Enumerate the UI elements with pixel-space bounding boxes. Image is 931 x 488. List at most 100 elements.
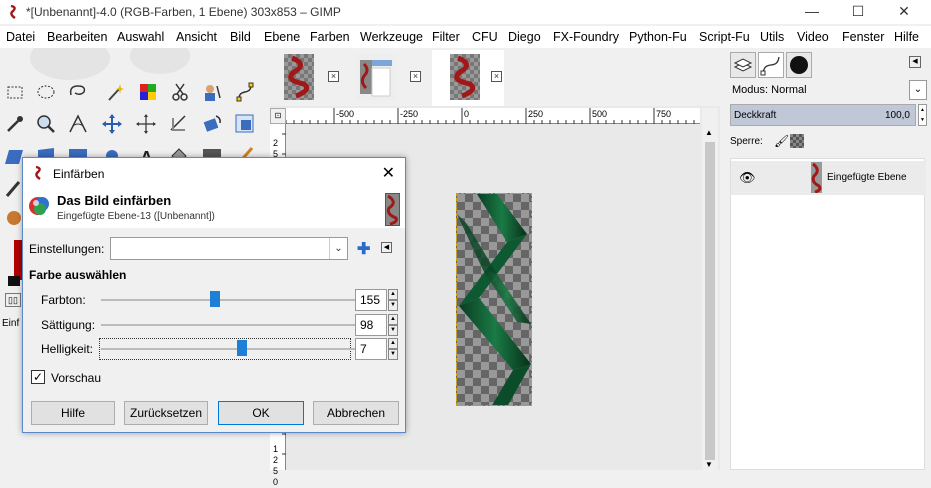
color-picker-icon[interactable] xyxy=(3,112,27,136)
menu-auswahl[interactable]: Auswahl xyxy=(117,30,164,44)
scissors-select-icon[interactable] xyxy=(168,80,192,104)
measure-icon[interactable] xyxy=(66,112,90,136)
gimp-app-icon xyxy=(8,4,20,20)
help-button[interactable]: Hilfe xyxy=(31,401,115,425)
lightness-slider-track[interactable] xyxy=(101,348,365,350)
menu-fenster[interactable]: Fenster xyxy=(842,30,884,44)
tool-options-icon[interactable]: ▯▯ xyxy=(5,293,21,307)
image-canvas[interactable] xyxy=(456,193,532,406)
menu-diego[interactable]: Diego xyxy=(508,30,541,44)
chevron-down-icon[interactable]: ⌄ xyxy=(329,238,347,259)
channels-tab-icon[interactable] xyxy=(786,52,812,78)
ruler-tick-label: -250 xyxy=(400,109,419,119)
move-icon[interactable] xyxy=(100,112,124,136)
saturation-input[interactable]: 98 xyxy=(355,314,387,336)
dialog-header: Das Bild einfärben Eingefügte Ebene-13 (… xyxy=(23,188,405,228)
close-tab-2-icon[interactable]: × xyxy=(410,71,421,82)
select-by-color-icon[interactable] xyxy=(136,80,160,104)
vertical-scrollbar[interactable]: ▲ ▼ xyxy=(702,108,718,470)
scroll-down-icon[interactable]: ▼ xyxy=(705,460,713,469)
reset-colors-icon[interactable] xyxy=(8,276,20,286)
saturation-slider-track[interactable] xyxy=(101,324,365,326)
menu-ansicht[interactable]: Ansicht xyxy=(176,30,217,44)
eye-visibility-icon[interactable]: 👁 xyxy=(739,170,756,186)
scroll-up-icon[interactable]: ▲ xyxy=(705,128,713,137)
hue-increment-icon[interactable]: ▲ xyxy=(388,289,398,300)
paths-tab-icon[interactable] xyxy=(758,52,784,78)
menu-video[interactable]: Video xyxy=(797,30,829,44)
preview-checkbox[interactable]: ✓ xyxy=(31,370,45,384)
hue-label: Farbton: xyxy=(41,293,86,307)
ruler-tick-label: 500 xyxy=(592,109,608,119)
hue-slider-track[interactable] xyxy=(101,299,365,301)
lightness-increment-icon[interactable]: ▲ xyxy=(388,338,398,349)
horizontal-ruler: -500 -250 0 250 500 750 xyxy=(286,108,700,124)
ruler-tick-label: 250 xyxy=(528,109,544,119)
lock-alpha-icon[interactable] xyxy=(790,134,804,148)
saturation-decrement-icon[interactable]: ▼ xyxy=(388,325,398,336)
image-tab-1[interactable] xyxy=(276,50,326,102)
layer-mode-label: Modus: Normal xyxy=(732,84,807,96)
menu-filter[interactable]: Filter xyxy=(432,30,460,44)
layers-tab-icon[interactable] xyxy=(730,52,756,78)
lock-pixels-icon[interactable]: 🖌 xyxy=(774,134,789,148)
lightness-decrement-icon[interactable]: ▼ xyxy=(388,349,398,360)
menu-werkzeuge[interactable]: Werkzeuge xyxy=(360,30,423,44)
rotate-icon[interactable] xyxy=(200,112,224,136)
lightness-input[interactable]: 7 xyxy=(355,338,387,360)
paths-icon[interactable] xyxy=(233,80,257,104)
opacity-spin-buttons[interactable]: ▲ ▼ xyxy=(918,104,927,126)
menu-farben[interactable]: Farben xyxy=(310,30,350,44)
menu-hilfe[interactable]: Hilfe xyxy=(894,30,919,44)
menu-utils[interactable]: Utils xyxy=(760,30,784,44)
menu-datei[interactable]: Datei xyxy=(6,30,35,44)
menu-fx-foundry[interactable]: FX-Foundry xyxy=(553,30,619,44)
lock-row: Sperre: 🖌 xyxy=(730,134,804,148)
lightness-slider-handle[interactable] xyxy=(237,340,248,356)
chevron-down-icon[interactable]: ⌄ xyxy=(909,80,927,100)
layer-thumbnail xyxy=(811,162,822,194)
dialog-subheading: Eingefügte Ebene-13 ([Unbenannt]) xyxy=(57,211,215,222)
cancel-button[interactable]: Abbrechen xyxy=(313,401,399,425)
close-tab-3-icon[interactable]: × xyxy=(491,71,502,82)
menu-ebene[interactable]: Ebene xyxy=(264,30,300,44)
foreground-select-icon[interactable] xyxy=(200,80,224,104)
dialog-close-icon[interactable]: ✕ xyxy=(382,163,395,183)
preview-label[interactable]: Vorschau xyxy=(51,371,101,385)
image-tab-2[interactable] xyxy=(352,50,402,102)
hue-slider-handle[interactable] xyxy=(209,291,220,307)
close-icon[interactable]: ✕ xyxy=(881,0,927,24)
menu-script-fu[interactable]: Script-Fu xyxy=(699,30,750,44)
layer-row[interactable]: 👁 Eingefügte Ebene xyxy=(731,161,926,195)
reset-button[interactable]: Zurücksetzen xyxy=(124,401,208,425)
crop-icon[interactable] xyxy=(167,112,191,136)
hue-decrement-icon[interactable]: ▼ xyxy=(388,300,398,311)
opacity-slider[interactable]: Deckkraft 100,0 xyxy=(730,104,916,126)
preset-menu-icon[interactable]: ◀ xyxy=(381,242,392,253)
menu-bearbeiten[interactable]: Bearbeiten xyxy=(47,30,107,44)
rect-select-icon[interactable] xyxy=(3,80,27,104)
dialog-titlebar: Einfärben ✕ xyxy=(23,158,405,188)
scale-icon[interactable] xyxy=(233,112,257,136)
saturation-increment-icon[interactable]: ▲ xyxy=(388,314,398,325)
align-icon[interactable] xyxy=(134,112,158,136)
minimize-icon[interactable]: — xyxy=(789,0,835,24)
hue-input[interactable]: 155 xyxy=(355,289,387,311)
menu-bild[interactable]: Bild xyxy=(230,30,251,44)
settings-combobox[interactable]: ⌄ xyxy=(110,237,348,260)
layer-preview-thumbnail xyxy=(385,193,400,226)
navigate-corner-button[interactable]: ⊡ xyxy=(270,108,286,124)
close-tab-1-icon[interactable]: × xyxy=(328,71,339,82)
menu-python-fu[interactable]: Python-Fu xyxy=(629,30,687,44)
fuzzy-select-icon[interactable] xyxy=(103,80,127,104)
ok-button[interactable]: OK xyxy=(218,401,304,425)
ellipse-select-icon[interactable] xyxy=(34,80,58,104)
free-select-icon[interactable] xyxy=(66,80,90,104)
add-preset-icon[interactable]: ✚ xyxy=(357,239,370,259)
scrollbar-thumb[interactable] xyxy=(705,142,715,460)
zoom-icon[interactable] xyxy=(34,112,58,136)
maximize-icon[interactable]: ☐ xyxy=(835,0,881,24)
menu-cfu[interactable]: CFU xyxy=(472,30,498,44)
layer-mode-row[interactable]: Modus: Normal xyxy=(730,81,923,101)
dock-menu-icon[interactable]: ◀ xyxy=(909,56,921,68)
